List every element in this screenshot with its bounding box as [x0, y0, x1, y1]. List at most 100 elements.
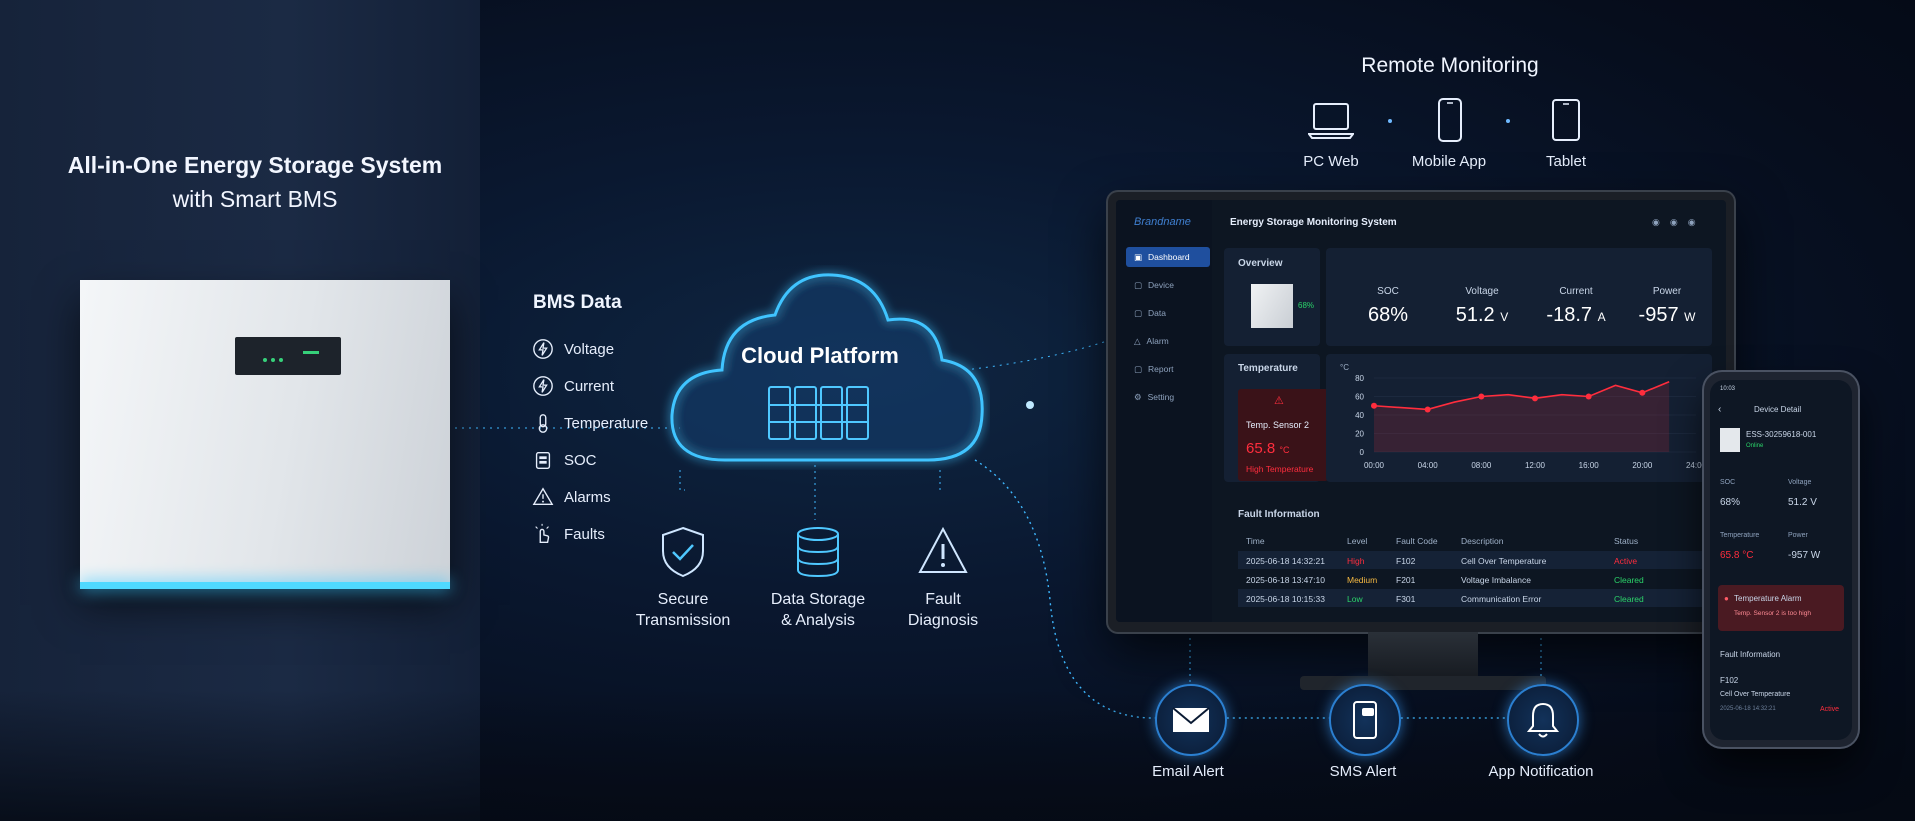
phone-fault-time: 2025-06-18 14:32:21: [1720, 706, 1776, 712]
bms-item-voltage: Voltage: [532, 337, 614, 361]
series-point: [1532, 395, 1538, 402]
email-alert-button[interactable]: [1155, 684, 1227, 756]
bms-item-label: Faults: [564, 525, 605, 543]
monitor-stand: [1368, 632, 1478, 682]
phone-fault-desc: Cell Over Temperature: [1720, 691, 1791, 698]
tablet-icon: [1552, 99, 1580, 141]
metric-current-label: Current: [1559, 286, 1593, 297]
ess-subtitle: with Smart BMS: [172, 186, 338, 212]
temp-sensor-name: Temp. Sensor 2: [1246, 420, 1310, 430]
service-line: Fault: [925, 591, 961, 608]
series-point: [1478, 393, 1485, 400]
fault-code: F201: [1396, 575, 1416, 585]
metric-value-number: -18.7: [1546, 304, 1592, 326]
phone-online-status: Online: [1746, 443, 1764, 449]
app-notification-button[interactable]: [1507, 684, 1579, 756]
phone-fault-code: F102: [1720, 676, 1739, 685]
floor-shadow: [0, 690, 1915, 821]
device-thumbnail: [1251, 284, 1293, 328]
bms-item-current: Current: [532, 374, 614, 398]
phone-alarm-title: Temperature Alarm: [1734, 594, 1802, 603]
fault-icon: [535, 523, 550, 543]
nav-label: Data: [1148, 308, 1166, 318]
laptop-icon: [1308, 103, 1354, 139]
nav-icon: ▢: [1134, 279, 1143, 290]
phone-voltage-label: Voltage: [1788, 479, 1812, 486]
metric-value-number: -957: [1638, 304, 1679, 326]
phone-device-id: ESS-30259618-001: [1746, 430, 1817, 439]
bms-item-label: Voltage: [564, 340, 615, 358]
fault-code: F102: [1396, 556, 1416, 566]
bms-item-alarms: Alarms: [532, 485, 611, 509]
fault-header-status: Status: [1614, 536, 1639, 546]
nav-icon: ▣: [1134, 251, 1143, 262]
temp-unit: °C: [1279, 445, 1290, 455]
nav-dashboard[interactable]: ▣ Dashboard: [1126, 247, 1210, 267]
nav-icon: ⚙: [1134, 391, 1142, 402]
phone-fault-title: Fault Information: [1720, 650, 1781, 659]
battery-display-panel: [235, 337, 341, 375]
phone-title: Device Detail: [1754, 405, 1802, 414]
phone-time: 10:03: [1720, 386, 1736, 392]
nav-icon: △: [1134, 335, 1141, 346]
nav-data[interactable]: ▢ Data: [1126, 303, 1210, 323]
temp-number: 65.8: [1246, 440, 1276, 457]
metric-unit: W: [1684, 310, 1696, 324]
metric-value-number: 51.2: [1455, 304, 1495, 326]
bms-item-label: Alarms: [564, 488, 611, 506]
series-point: [1424, 406, 1431, 413]
lightning-icon: [533, 339, 553, 359]
phone-soc-label: SOC: [1720, 479, 1736, 486]
y-tick-label: 60: [1355, 393, 1364, 402]
bms-item-faults: Faults: [532, 522, 605, 546]
fault-info-title: Fault Information: [1238, 509, 1320, 520]
back-arrow-icon[interactable]: ‹: [1718, 404, 1721, 415]
x-tick-label: 08:00: [1471, 461, 1492, 470]
phone-power-value: -957 W: [1788, 550, 1821, 561]
series-area: [1374, 381, 1670, 452]
service-fault-diagnosis: Fault Diagnosis: [863, 589, 1023, 631]
nav-setting[interactable]: ⚙ Setting: [1126, 387, 1210, 407]
soc-badge: 68%: [1298, 301, 1315, 310]
dashboard-header-icons[interactable]: ◉◉◉: [1652, 217, 1706, 228]
phone-alarm-card[interactable]: [1718, 585, 1844, 631]
nav-report[interactable]: ▢ Report: [1126, 359, 1210, 379]
metric-soc-label: SOC: [1377, 286, 1399, 297]
temperature-title: Temperature: [1238, 363, 1298, 374]
battery-cabinet: [80, 280, 450, 585]
alert-label-email: Email Alert: [1152, 763, 1224, 780]
alert-label-app: App Notification: [1488, 763, 1594, 780]
fault-level: High: [1347, 556, 1365, 566]
nav-icon: ▢: [1134, 363, 1143, 374]
fault-time: 2025-06-18 10:15:33: [1246, 594, 1325, 604]
sms-alert-button[interactable]: [1329, 684, 1401, 756]
fault-description: Voltage Imbalance: [1461, 575, 1531, 585]
battery-light-strip: [80, 582, 450, 589]
thermometer-icon: [538, 414, 548, 433]
nav-label: Device: [1148, 280, 1175, 290]
phone-temp-label: Temperature: [1720, 532, 1760, 539]
monitor-stand-base: [1300, 676, 1546, 690]
nav-device[interactable]: ▢ Device: [1126, 275, 1210, 295]
warning-icon: ⚠: [1274, 395, 1284, 407]
series-point: [1639, 389, 1646, 396]
overview-title: Overview: [1238, 258, 1283, 269]
remote-monitoring-title: Remote Monitoring: [1361, 54, 1539, 77]
bms-item-label: Current: [564, 377, 615, 395]
metric-unit: A: [1597, 310, 1606, 324]
metrics-panel: [1326, 248, 1712, 346]
y-tick-label: 0: [1360, 448, 1365, 457]
fault-header-time: Time: [1246, 536, 1265, 546]
fault-time: 2025-06-18 14:32:21: [1246, 556, 1325, 566]
dashboard-title: Energy Storage Monitoring System: [1230, 217, 1397, 228]
metric-current-value: -18.7 A: [1531, 304, 1621, 327]
fault-description: Communication Error: [1461, 594, 1542, 604]
x-tick-label: 04:00: [1418, 461, 1439, 470]
nav-alarm[interactable]: △ Alarm: [1126, 331, 1210, 351]
fault-header-level: Level: [1347, 536, 1368, 546]
service-line: Diagnosis: [907, 612, 979, 629]
y-tick-label: 80: [1355, 374, 1364, 383]
y-tick-label: 20: [1355, 430, 1364, 439]
series-point: [1585, 393, 1592, 400]
fault-time: 2025-06-18 13:47:10: [1246, 575, 1325, 585]
